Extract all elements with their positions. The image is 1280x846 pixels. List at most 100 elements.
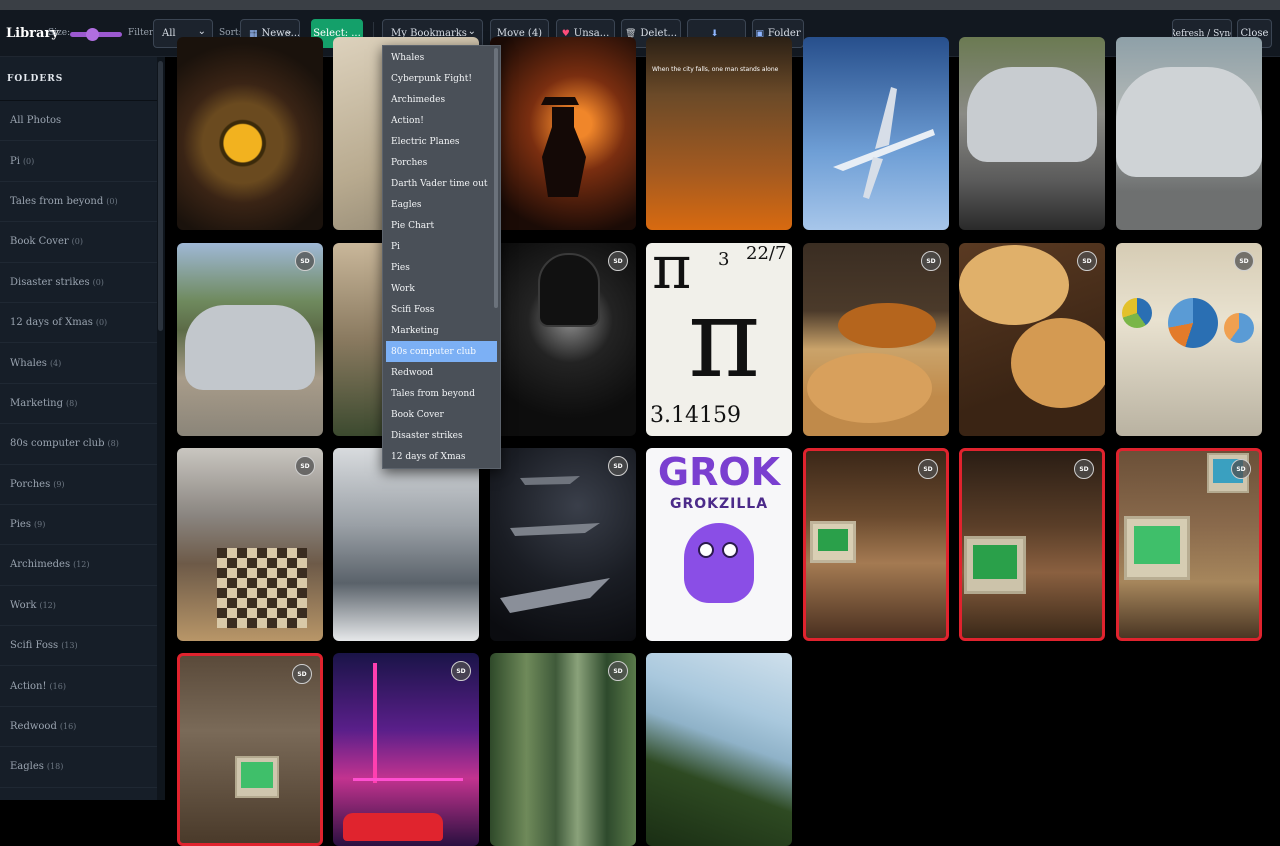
dropdown-option-pi[interactable]: Pi bbox=[383, 236, 500, 257]
image-tile-porsche-1[interactable] bbox=[959, 37, 1105, 230]
sidebar-item-80s-computer-club[interactable]: 80s computer club (8) bbox=[0, 424, 157, 465]
image-tile-pi[interactable]: π 3 22/7 π 3.14159 bbox=[646, 243, 792, 436]
image-tile-grokzilla[interactable]: GROK GROKZILLA bbox=[646, 448, 792, 641]
image-tile-porsche-2[interactable] bbox=[1116, 37, 1262, 230]
sd-badge: SD bbox=[295, 456, 315, 476]
image-tile-eagles-trees[interactable] bbox=[646, 653, 792, 846]
sidebar-scrollbar[interactable] bbox=[157, 57, 165, 800]
size-slider-knob[interactable] bbox=[86, 28, 99, 41]
dropdown-option-disaster-strikes[interactable]: Disaster strikes bbox=[383, 425, 500, 446]
sidebar-item-count: (4) bbox=[49, 358, 62, 368]
sidebar-item-label: Pi bbox=[10, 155, 20, 167]
sidebar-item-pi[interactable]: Pi (0) bbox=[0, 141, 157, 182]
chessboard-shape bbox=[217, 548, 307, 628]
folders-header: FOLDERS bbox=[0, 57, 157, 101]
sidebar-item-pies[interactable]: Pies (9) bbox=[0, 505, 157, 546]
sidebar-item-label: Marketing bbox=[10, 397, 64, 409]
sidebar-item-book-cover[interactable]: Book Cover (0) bbox=[0, 222, 157, 263]
image-tile-dragon-eye[interactable] bbox=[177, 37, 323, 230]
image-tile-pies-2[interactable]: SD bbox=[959, 243, 1105, 436]
sidebar-item-disaster-strikes[interactable]: Disaster strikes (0) bbox=[0, 263, 157, 303]
sidebar-item-label: Action! bbox=[10, 680, 47, 692]
dropdown-scrollbar[interactable] bbox=[494, 48, 498, 308]
dropdown-option-electric-planes[interactable]: Electric Planes bbox=[383, 131, 500, 152]
dropdown-option-redwood[interactable]: Redwood bbox=[383, 362, 500, 383]
sd-badge: SD bbox=[1074, 459, 1094, 479]
dropdown-option-porches[interactable]: Porches bbox=[383, 152, 500, 173]
sidebar-item-archimedes[interactable]: Archimedes (12) bbox=[0, 545, 157, 586]
sidebar-item-action[interactable]: Action! (16) bbox=[0, 666, 157, 707]
sidebar-item-label: 12 days of Xmas bbox=[10, 317, 93, 329]
dropdown-option-action[interactable]: Action! bbox=[383, 110, 500, 131]
sidebar-item-eagles[interactable]: Eagles (18) bbox=[0, 747, 157, 788]
mascot-shape bbox=[684, 523, 754, 603]
dropdown-option-tales-from-beyond[interactable]: Tales from beyond bbox=[383, 383, 500, 404]
image-tile-cyberpunk[interactable]: SD bbox=[333, 653, 479, 846]
image-tile-pies-1[interactable]: SD bbox=[803, 243, 949, 436]
dropdown-option-80s-computer-club[interactable]: 80s computer club bbox=[386, 341, 497, 362]
sidebar-item-label: Pies bbox=[10, 519, 31, 531]
computer-shape bbox=[235, 756, 279, 798]
dropdown-option-book-cover[interactable]: Book Cover bbox=[383, 404, 500, 425]
computer-shape bbox=[810, 521, 856, 563]
sidebar-item-all-photos[interactable]: All Photos bbox=[0, 101, 157, 142]
sidebar-item-label: Eagles bbox=[10, 761, 44, 773]
sidebar-item-scifi-foss[interactable]: Scifi Foss (13) bbox=[0, 626, 157, 667]
dropdown-option-work[interactable]: Work bbox=[383, 278, 500, 299]
image-tile-work-meeting[interactable] bbox=[333, 448, 479, 641]
sd-badge: SD bbox=[292, 664, 312, 684]
image-tile-80s-club-4[interactable]: SD bbox=[177, 653, 323, 846]
size-label: Size: bbox=[48, 28, 71, 38]
image-tile-pie-charts[interactable]: SD bbox=[1116, 243, 1262, 436]
sidebar-item-redwood[interactable]: Redwood (16) bbox=[0, 707, 157, 748]
image-tile-board-game[interactable]: SD bbox=[177, 448, 323, 641]
sidebar-item-whales[interactable]: Whales (4) bbox=[0, 343, 157, 384]
image-tile-darth-vader[interactable]: SD bbox=[490, 243, 636, 436]
sidebar-item-porches[interactable]: Porches (9) bbox=[0, 465, 157, 505]
sidebar-item-count: (0) bbox=[22, 156, 35, 166]
sd-badge: SD bbox=[1077, 251, 1097, 271]
pie-shape bbox=[838, 303, 936, 348]
sidebar-item-marketing[interactable]: Marketing (8) bbox=[0, 384, 157, 425]
car-shape bbox=[1116, 67, 1262, 177]
computer-shape bbox=[1124, 516, 1190, 580]
pie-chart-icon bbox=[1224, 313, 1254, 343]
sidebar-item-label: Work bbox=[10, 599, 37, 611]
pie-shape bbox=[959, 245, 1069, 325]
image-tile-redwood[interactable]: SD bbox=[490, 653, 636, 846]
sidebar-item-12-days-of-xmas[interactable]: 12 days of Xmas (0) bbox=[0, 303, 157, 344]
dropdown-option-scifi-foss[interactable]: Scifi Foss bbox=[383, 299, 500, 320]
chevron-down-icon: ⌄ bbox=[284, 26, 293, 37]
dropdown-option-marketing[interactable]: Marketing bbox=[383, 320, 500, 341]
dropdown-option-darth-vader-time-out[interactable]: Darth Vader time out bbox=[383, 173, 500, 194]
size-slider[interactable] bbox=[70, 28, 122, 41]
image-tile-electric-plane[interactable] bbox=[803, 37, 949, 230]
image-tile-80s-club-1[interactable]: SD bbox=[803, 448, 949, 641]
image-tile-action-poster[interactable]: When the city falls, one man stands alon… bbox=[646, 37, 792, 230]
sidebar-item-tales-from-beyond[interactable]: Tales from beyond (0) bbox=[0, 182, 157, 223]
sidebar-item-count: (8) bbox=[107, 439, 119, 449]
sidebar-item-work[interactable]: Work (12) bbox=[0, 586, 157, 627]
dropdown-option-cyberpunk-fight[interactable]: Cyberpunk Fight! bbox=[383, 68, 500, 89]
sidebar-item-count: (18) bbox=[46, 762, 64, 772]
image-tile-scifi-ships[interactable]: SD bbox=[490, 448, 636, 641]
sd-badge: SD bbox=[608, 251, 628, 271]
pie-shape bbox=[1011, 318, 1105, 408]
neon-line bbox=[353, 778, 463, 781]
dropdown-option-archimedes[interactable]: Archimedes bbox=[383, 89, 500, 110]
chevron-down-icon: ⌄ bbox=[467, 26, 476, 37]
dropdown-option-pies[interactable]: Pies bbox=[383, 257, 500, 278]
image-tile-80s-club-3[interactable]: SD bbox=[1116, 448, 1262, 641]
sidebar-item-label: Disaster strikes bbox=[10, 276, 90, 288]
sidebar-item-count: (12) bbox=[39, 600, 56, 610]
image-tile-80s-club-2[interactable]: SD bbox=[959, 448, 1105, 641]
pi-value: 3.14159 bbox=[650, 403, 741, 428]
scrollbar-thumb[interactable] bbox=[158, 61, 163, 331]
dropdown-option-12-days-of-xmas[interactable]: 12 days of Xmas bbox=[383, 446, 500, 467]
image-tile-porsche-3[interactable]: SD bbox=[177, 243, 323, 436]
dropdown-option-whales[interactable]: Whales bbox=[383, 47, 500, 68]
image-tile-cowboy-fire[interactable] bbox=[490, 37, 636, 230]
dropdown-option-eagles[interactable]: Eagles bbox=[383, 194, 500, 215]
sidebar-item-count: (0) bbox=[95, 318, 108, 328]
dropdown-option-pie-chart[interactable]: Pie Chart bbox=[383, 215, 500, 236]
